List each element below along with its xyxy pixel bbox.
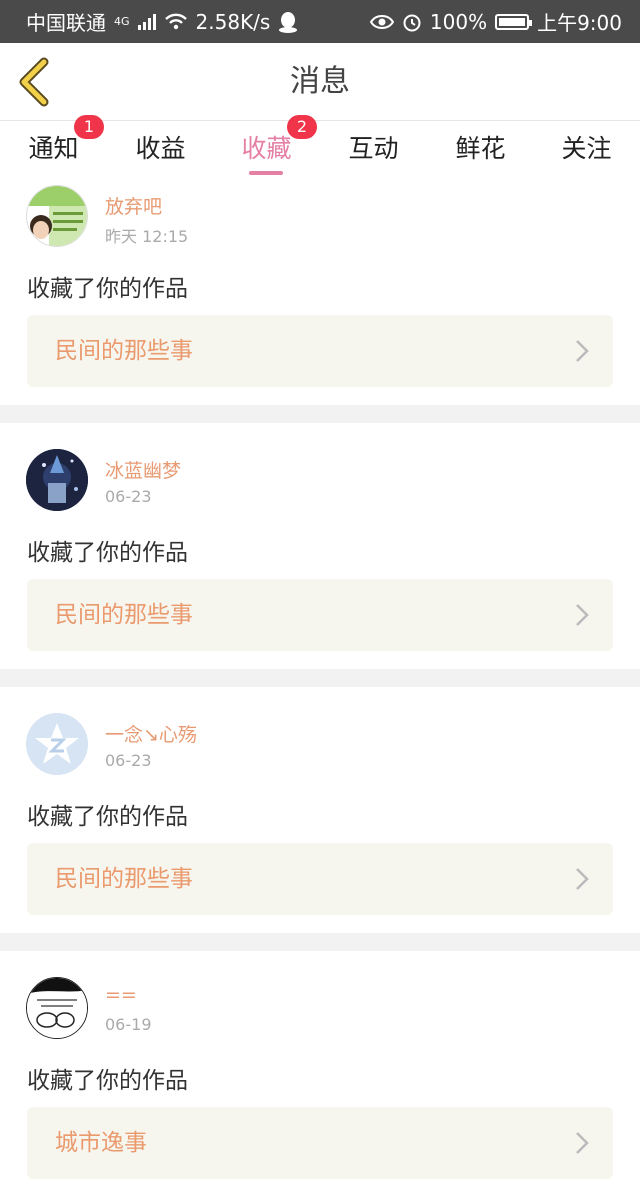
work-title: 民间的那些事 <box>55 866 193 892</box>
chevron-right-icon <box>576 604 589 626</box>
action-text: 收藏了你的作品 <box>27 540 188 566</box>
page-title: 消息 <box>290 64 350 99</box>
work-link[interactable]: 民间的那些事 <box>27 579 613 651</box>
list-item: == 06-19 收藏了你的作品 城市逸事 <box>0 951 640 1197</box>
active-tab-indicator <box>249 171 283 175</box>
eye-icon <box>369 14 394 29</box>
timestamp: 昨天 12:15 <box>105 227 189 246</box>
carrier-label: 中国联通 <box>26 11 106 35</box>
tab-bar: 通知 1 收益 收藏 2 互动 鲜花 关注 <box>0 115 640 179</box>
avatar[interactable] <box>26 185 88 247</box>
qq-icon <box>279 11 298 33</box>
signal-icon <box>137 13 156 30</box>
chevron-right-icon <box>576 868 589 890</box>
action-text: 收藏了你的作品 <box>27 276 188 302</box>
nav-bar: 消息 <box>0 43 640 121</box>
clock: 上午9:00 <box>537 11 622 35</box>
tab-label: 关注 <box>561 134 612 163</box>
tab-label: 收益 <box>135 134 186 163</box>
tab-label: 收藏 <box>241 134 292 163</box>
divider <box>0 933 640 951</box>
avatar[interactable] <box>26 713 88 775</box>
tab-flowers[interactable]: 鲜花 <box>427 121 534 179</box>
tab-notifications[interactable]: 通知 1 <box>0 115 107 179</box>
battery-percent: 100% <box>429 9 488 34</box>
tab-favorites[interactable]: 收藏 2 <box>213 115 320 179</box>
timestamp: 06-19 <box>105 1015 152 1034</box>
wifi-icon <box>164 13 187 29</box>
tab-following[interactable]: 关注 <box>533 121 640 179</box>
work-title: 城市逸事 <box>55 1130 147 1156</box>
timestamp: 06-23 <box>105 751 152 770</box>
unread-badge: 1 <box>74 115 104 139</box>
list-item: 一念↘心殇 06-23 收藏了你的作品 民间的那些事 <box>0 687 640 933</box>
username[interactable]: 冰蓝幽梦 <box>105 456 181 483</box>
work-link[interactable]: 城市逸事 <box>27 1107 613 1179</box>
divider <box>0 405 640 423</box>
list-item: 放弃吧 昨天 12:15 收藏了你的作品 民间的那些事 <box>0 179 640 405</box>
unread-badge: 2 <box>287 115 317 139</box>
timestamp: 06-23 <box>105 487 152 506</box>
tab-label: 鲜花 <box>455 134 506 163</box>
avatar[interactable] <box>26 977 88 1039</box>
work-link[interactable]: 民间的那些事 <box>27 843 613 915</box>
alarm-icon <box>403 14 421 31</box>
work-title: 民间的那些事 <box>55 338 193 364</box>
tab-interactions[interactable]: 互动 <box>320 121 427 179</box>
chevron-right-icon <box>576 340 589 362</box>
chevron-right-icon <box>576 1132 589 1154</box>
action-text: 收藏了你的作品 <box>27 804 188 830</box>
divider <box>0 669 640 687</box>
work-link[interactable]: 民间的那些事 <box>27 315 613 387</box>
tab-label: 互动 <box>348 134 399 163</box>
battery-icon <box>495 13 533 30</box>
username[interactable]: 放弃吧 <box>105 192 162 219</box>
action-text: 收藏了你的作品 <box>27 1068 188 1094</box>
tab-label: 通知 <box>28 134 79 163</box>
username[interactable]: == <box>105 984 137 1006</box>
network-speed: 2.58K/s <box>195 9 271 34</box>
list-item: 冰蓝幽梦 06-23 收藏了你的作品 民间的那些事 <box>0 423 640 669</box>
avatar[interactable] <box>26 449 88 511</box>
status-bar: 中国联通 4G 2.58K/s 100% 上午9:00 <box>0 0 640 43</box>
work-title: 民间的那些事 <box>55 602 193 628</box>
username[interactable]: 一念↘心殇 <box>105 720 197 747</box>
tab-earnings[interactable]: 收益 <box>107 121 214 179</box>
network-type: 4G <box>114 15 130 28</box>
message-list: 放弃吧 昨天 12:15 收藏了你的作品 民间的那些事 冰蓝幽梦 06-23 收… <box>0 179 640 1197</box>
